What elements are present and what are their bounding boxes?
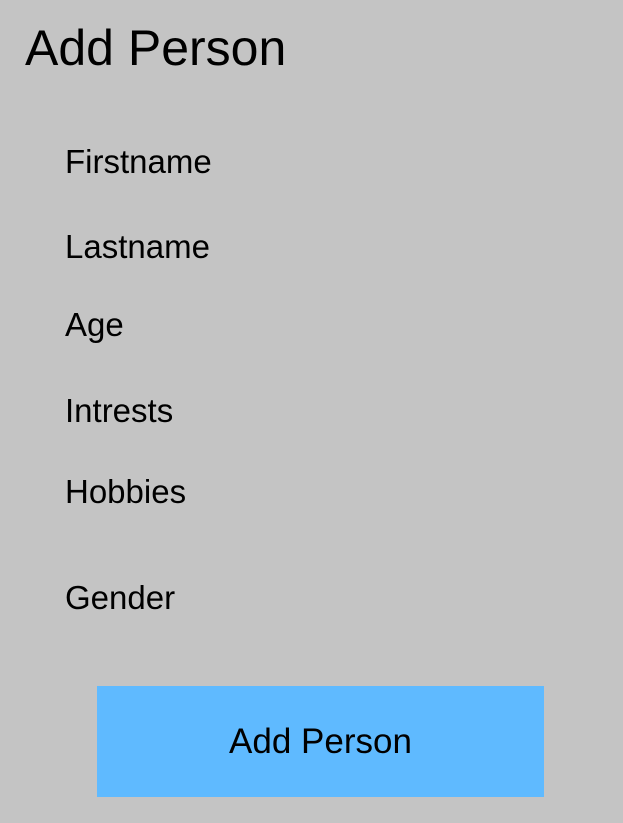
age-label: Age xyxy=(65,306,124,343)
gender-label: Gender xyxy=(65,579,176,616)
interests-label: Intrests xyxy=(65,392,174,429)
firstname-label: Firstname xyxy=(65,143,212,180)
add-person-button[interactable]: Add Person xyxy=(97,686,544,797)
hobbies-label: Hobbies xyxy=(65,473,187,510)
lastname-label: Lastname xyxy=(65,228,210,265)
page-title: Add Person xyxy=(25,20,287,76)
